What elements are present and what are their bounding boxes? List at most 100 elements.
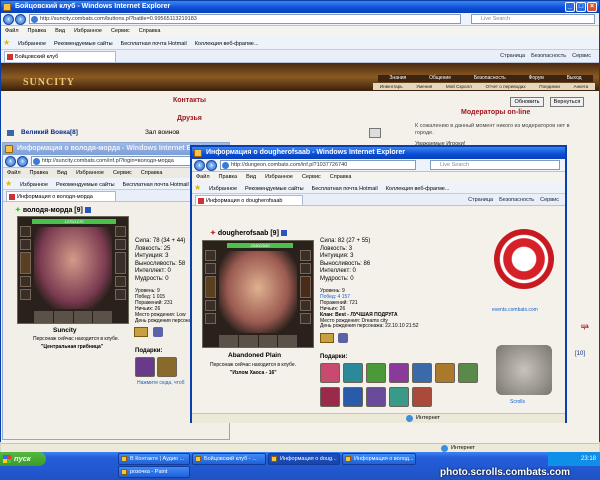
- menu-view[interactable]: Вид: [55, 28, 65, 34]
- slot-shield[interactable]: [115, 252, 126, 274]
- medal-icon[interactable]: [338, 333, 348, 343]
- tab-profile2[interactable]: Информация о dougherofsaab: [195, 195, 303, 205]
- menu-file[interactable]: Файл: [196, 174, 210, 180]
- forward-icon[interactable]: ›: [206, 160, 217, 171]
- slot-earrings[interactable]: [300, 250, 311, 261]
- menu-edit[interactable]: Правка: [219, 174, 238, 180]
- cmd-security[interactable]: Безопасность: [531, 53, 566, 59]
- slot-amulet[interactable]: [205, 263, 216, 274]
- nav-fights[interactable]: Поединки: [539, 83, 560, 90]
- fav-link-2[interactable]: Бесплатная почта Hotmail: [121, 41, 187, 47]
- tab-fight-club[interactable]: Бойцовский клуб: [4, 51, 116, 62]
- belt-slot[interactable]: [34, 311, 53, 323]
- nav-transfers[interactable]: Отчет о переводах: [485, 83, 525, 90]
- gift-item[interactable]: [389, 363, 409, 383]
- forward-icon[interactable]: ›: [17, 156, 28, 167]
- profile2-titlebar[interactable]: Информация о dougherofsaab - Windows Int…: [192, 147, 565, 159]
- menu-edit[interactable]: Правка: [28, 28, 47, 34]
- gift-item[interactable]: [435, 363, 455, 383]
- menu-favorites[interactable]: Избранное: [76, 170, 104, 176]
- task-vkontakte[interactable]: В Контакте | Аудио ...: [118, 453, 190, 465]
- menu-help[interactable]: Справка: [139, 28, 161, 34]
- task-fight-club[interactable]: Бойцовский клуб - ...: [192, 453, 266, 465]
- events-site-link[interactable]: events.combats.com: [492, 307, 538, 313]
- private-message-icon[interactable]: [369, 128, 381, 138]
- profile1-gift-link[interactable]: Нажмите сюда, чтоб: [137, 380, 184, 386]
- events-logo-icon[interactable]: [494, 229, 554, 289]
- refresh-button[interactable]: Обновить: [510, 97, 544, 107]
- scrolls-logo-icon[interactable]: [496, 345, 552, 395]
- clock[interactable]: 23:18: [581, 456, 596, 462]
- menu-view[interactable]: Вид: [246, 174, 256, 180]
- menu-tools[interactable]: Сервис: [111, 28, 130, 34]
- slot-boots[interactable]: [300, 313, 311, 324]
- cmd-security[interactable]: Безопасность: [499, 197, 534, 203]
- favorites-button[interactable]: Избранное: [18, 41, 46, 47]
- menu-view[interactable]: Вид: [57, 170, 67, 176]
- favorites-button[interactable]: Избранное: [20, 182, 48, 188]
- nav-security[interactable]: Безопасность: [474, 75, 506, 82]
- slot-belt[interactable]: [20, 289, 31, 300]
- slot-helmet[interactable]: [205, 250, 216, 261]
- url-input[interactable]: http://dungeon.combats.com/inf.pl?103772…: [220, 160, 416, 170]
- belt-slot[interactable]: [258, 335, 278, 347]
- slot-armor[interactable]: [20, 276, 31, 287]
- task-paint[interactable]: розочка - Paint: [118, 466, 190, 478]
- slot-armor[interactable]: [205, 300, 216, 311]
- back-icon[interactable]: ‹: [5, 156, 16, 167]
- nav-myscroll[interactable]: Мой Скролл: [446, 83, 472, 90]
- task-profile-volod[interactable]: Информация о волод...: [342, 453, 416, 465]
- favorites-button[interactable]: Избранное: [209, 186, 237, 192]
- menu-favorites[interactable]: Избранное: [265, 174, 293, 180]
- info-icon[interactable]: [84, 207, 91, 214]
- belt-slot[interactable]: [219, 335, 238, 347]
- nav-forum[interactable]: Форум: [529, 75, 544, 82]
- back-icon[interactable]: ‹: [3, 14, 14, 25]
- menu-file[interactable]: Файл: [5, 28, 19, 34]
- slot-gloves[interactable]: [300, 300, 311, 311]
- main-titlebar[interactable]: Бойцовский клуб - Windows Internet Explo…: [1, 1, 599, 13]
- task-profile-doug[interactable]: Информация о doug...: [268, 453, 340, 465]
- gift-item[interactable]: [343, 363, 363, 383]
- gift-item[interactable]: [412, 363, 432, 383]
- back-button[interactable]: Вернуться: [550, 97, 584, 107]
- gift-item[interactable]: [458, 363, 478, 383]
- slot-shield[interactable]: [300, 276, 311, 298]
- gift-item[interactable]: [320, 363, 340, 383]
- nav-knowledge[interactable]: Знания: [389, 75, 406, 82]
- gift-item[interactable]: [157, 357, 177, 377]
- clan-badge-icon[interactable]: [320, 333, 334, 343]
- nav-profile[interactable]: Анкета: [574, 83, 589, 90]
- belt-slot[interactable]: [93, 311, 112, 323]
- slot-belt[interactable]: [205, 313, 216, 324]
- gift-item[interactable]: [135, 357, 155, 377]
- belt-slot[interactable]: [73, 311, 93, 323]
- search-input[interactable]: Live Search: [430, 160, 560, 170]
- close-button[interactable]: ×: [587, 2, 597, 12]
- tab-profile1[interactable]: Информация о володя-морда: [6, 191, 116, 201]
- maximize-button[interactable]: □: [576, 2, 586, 12]
- menu-file[interactable]: Файл: [7, 170, 21, 176]
- cmd-page[interactable]: Страница: [500, 53, 525, 59]
- slot-weapon[interactable]: [205, 276, 216, 298]
- menu-help[interactable]: Справка: [330, 174, 352, 180]
- clan-badge-icon[interactable]: [134, 327, 148, 337]
- fav-link-1[interactable]: Рекомендуемые сайты: [245, 186, 304, 192]
- fav-link-1[interactable]: Рекомендуемые сайты: [54, 41, 113, 47]
- cmd-tools[interactable]: Сервис: [540, 197, 559, 203]
- nav-exit[interactable]: Выход: [567, 75, 582, 82]
- belt-slot[interactable]: [238, 335, 258, 347]
- gift-item[interactable]: [366, 387, 386, 407]
- gift-item[interactable]: [389, 387, 409, 407]
- search-input[interactable]: Live Search: [471, 14, 595, 24]
- info-icon[interactable]: [280, 230, 287, 237]
- medal-icon[interactable]: [153, 327, 163, 337]
- menu-tools[interactable]: Сервис: [302, 174, 321, 180]
- gift-item[interactable]: [366, 363, 386, 383]
- slot-ring[interactable]: [300, 263, 311, 274]
- gift-item[interactable]: [343, 387, 363, 407]
- cmd-page[interactable]: Страница: [468, 197, 493, 203]
- fav-link-2[interactable]: Бесплатная почта Hotmail: [312, 186, 378, 192]
- slot-helmet[interactable]: [20, 226, 31, 237]
- menu-tools[interactable]: Сервис: [113, 170, 132, 176]
